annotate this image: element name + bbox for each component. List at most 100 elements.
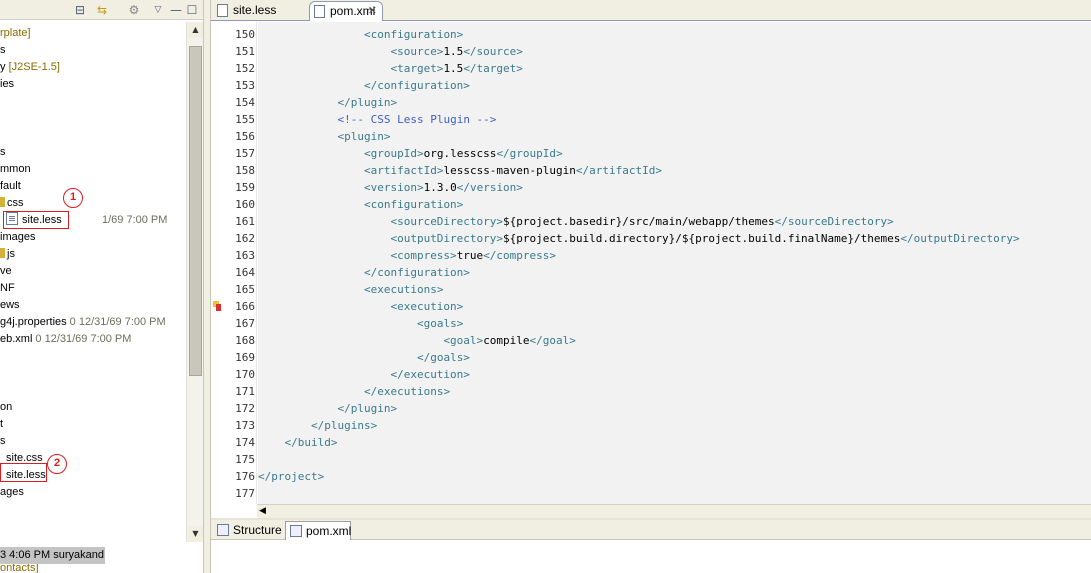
tree-row-partial[interactable]: ontacts] xyxy=(0,564,39,573)
code-line[interactable]: <groupId>org.lesscss</groupId> xyxy=(258,145,563,162)
line-number: 166 xyxy=(235,300,255,313)
view-menu-icon[interactable]: ▽ xyxy=(150,2,166,18)
tree-row[interactable]: ve xyxy=(0,263,12,280)
tree-row[interactable]: ages xyxy=(0,484,24,501)
tree-row-label: y xyxy=(0,61,9,73)
maximize-icon[interactable]: ☐ xyxy=(184,2,200,18)
code-line[interactable]: <!-- CSS Less Plugin --> xyxy=(258,111,496,128)
tree-row[interactable]: g4j.properties 0 12/31/69 7:00 PM xyxy=(0,314,166,331)
highlight-box-site-css xyxy=(0,463,47,482)
tab-structure[interactable]: Structure xyxy=(213,521,283,540)
tree-row[interactable]: NF xyxy=(0,280,15,297)
code-line[interactable]: </project> xyxy=(258,468,324,485)
structure-icon xyxy=(217,524,229,536)
xml-text: compile xyxy=(483,334,530,347)
scroll-up-icon[interactable]: ▲ xyxy=(188,22,203,38)
code-line[interactable]: </goals> xyxy=(258,349,470,366)
code-line[interactable]: <executions> xyxy=(258,281,443,298)
xml-tag: </build> xyxy=(284,436,338,449)
code-line[interactable]: <sourceDirectory>${project.basedir}/src/… xyxy=(258,213,893,230)
editor-tabs: site.less pom.xml ✕ xyxy=(211,0,1091,21)
line-number: 176 xyxy=(235,470,255,483)
tree-row[interactable]: s xyxy=(0,144,6,161)
tree-row[interactable]: t xyxy=(0,416,3,433)
code-line[interactable]: <configuration> xyxy=(258,26,463,43)
tab-site-less[interactable]: site.less xyxy=(213,1,307,21)
tree-row[interactable]: y [J2SE-1.5] xyxy=(0,59,60,76)
code-line[interactable]: </execution> xyxy=(258,366,469,383)
line-number: 175 xyxy=(235,453,255,466)
selected-tree-row[interactable]: 3 4:06 PM suryakand xyxy=(0,547,105,564)
code-line[interactable]: </build> xyxy=(258,434,338,451)
xml-text: 1.5 xyxy=(443,62,464,75)
code-line[interactable]: </plugin> xyxy=(258,400,397,417)
line-number: 161 xyxy=(235,215,255,228)
tree-row[interactable]: js xyxy=(0,246,15,263)
tree-row[interactable]: ews xyxy=(0,297,20,314)
line-number: 153 xyxy=(235,79,255,92)
xml-tag: </outputDirectory> xyxy=(900,232,1020,245)
scroll-left-icon[interactable]: ◀ xyxy=(259,506,266,516)
code-line[interactable]: <compress>true</compress> xyxy=(258,247,556,264)
tree-row[interactable]: s xyxy=(0,433,6,450)
xml-editor[interactable]: 150 151 152 153 154 155 156 157 158 159 160 161 162 1… xyxy=(211,22,1091,518)
tree-row[interactable]: ies xyxy=(0,76,14,93)
code-line[interactable]: <artifactId>lesscss-maven-plugin</artifa… xyxy=(258,162,662,179)
minimize-icon[interactable]: — xyxy=(168,2,184,18)
collapse-all-icon[interactable]: ⊟ xyxy=(72,2,88,18)
code-line[interactable]: <goals> xyxy=(258,315,463,332)
less-file-icon xyxy=(217,4,228,17)
tree-row[interactable]: on xyxy=(0,399,12,416)
xml-tag: <source> xyxy=(390,45,444,58)
close-icon[interactable]: ✕ xyxy=(368,2,377,21)
xml-tag: <target> xyxy=(390,62,444,75)
tree-row-label: ews xyxy=(0,299,20,311)
tree-row[interactable]: images xyxy=(0,229,35,246)
link-with-editor-icon[interactable]: ⇆ xyxy=(94,2,110,18)
code-line[interactable]: </configuration> xyxy=(258,264,470,281)
code-line[interactable]: </executions> xyxy=(258,383,450,400)
tree-row[interactable]: s xyxy=(0,42,6,59)
xml-tag: </project> xyxy=(258,470,325,483)
xml-tag: </goal> xyxy=(529,334,576,347)
tree-row[interactable]: eb.xml 0 12/31/69 7:00 PM xyxy=(0,331,131,348)
callout-badge: 1 xyxy=(63,188,83,208)
horizontal-scrollbar[interactable]: ◀ xyxy=(257,504,1091,518)
code-line[interactable]: </plugins> xyxy=(258,417,377,434)
xml-tag: </version> xyxy=(456,181,523,194)
code-line[interactable]: <target>1.5</target> xyxy=(258,60,522,77)
line-number: 177 xyxy=(235,487,255,500)
code-line[interactable]: <outputDirectory>${project.build.directo… xyxy=(258,230,1020,247)
tree-row[interactable]: mmon xyxy=(0,161,31,178)
tree-row[interactable]: fault xyxy=(0,178,21,195)
tree-scrollbar[interactable]: ▲ ▼ xyxy=(186,22,203,542)
filter-icon[interactable]: ⚙ xyxy=(126,2,142,18)
xml-tag: </plugin> xyxy=(337,96,398,109)
xml-file-icon xyxy=(290,525,302,537)
code-area[interactable]: <configuration> <source>1.5</source> <ta… xyxy=(258,22,1091,504)
tree-row-label: s xyxy=(0,435,6,447)
xml-tag: </executions> xyxy=(363,385,451,398)
code-line[interactable]: <source>1.5</source> xyxy=(258,43,522,60)
tree-row[interactable]: css xyxy=(0,195,24,212)
tab-pom-xml[interactable]: pom.xml ✕ xyxy=(309,1,383,21)
code-line[interactable]: <execution> xyxy=(258,298,463,315)
code-line[interactable]: </plugin> xyxy=(258,94,397,111)
code-line[interactable]: </configuration> xyxy=(258,77,470,94)
panel-splitter[interactable] xyxy=(203,0,211,573)
code-line[interactable]: <version>1.3.0</version> xyxy=(258,179,523,196)
scroll-thumb[interactable] xyxy=(189,46,202,376)
code-line[interactable]: <goal>compile</goal> xyxy=(258,332,576,349)
tab-source[interactable]: pom.xml xyxy=(285,521,351,540)
scroll-down-icon[interactable]: ▼ xyxy=(188,526,203,542)
code-line[interactable]: <plugin> xyxy=(258,128,390,145)
tree-row-label: ies xyxy=(0,78,15,90)
tree-row[interactable]: rplate] xyxy=(0,25,31,42)
project-tree[interactable]: rplate] s y [J2SE-1.5] ies s mmon fault css site… xyxy=(0,22,186,573)
line-number: 151 xyxy=(235,45,255,58)
code-line[interactable]: <configuration> xyxy=(258,196,463,213)
callout-badge: 2 xyxy=(47,454,67,474)
xml-tag: <outputDirectory> xyxy=(390,232,504,245)
tree-row-label: images xyxy=(0,231,36,243)
xml-tag: </configuration> xyxy=(363,266,470,279)
